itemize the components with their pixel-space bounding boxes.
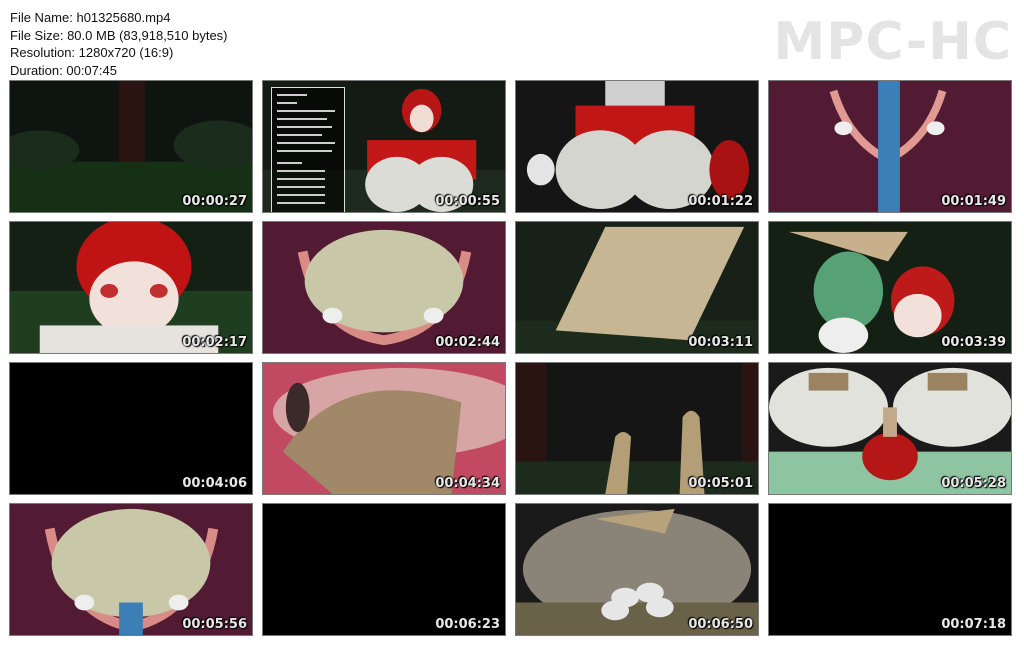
timestamp: 00:00:55 (435, 194, 500, 209)
timestamp: 00:03:11 (688, 335, 753, 350)
thumbnail-11[interactable]: 00:05:01 (515, 362, 759, 495)
resolution: Resolution: 1280x720 (16:9) (10, 45, 174, 60)
timestamp: 00:06:50 (688, 617, 753, 632)
file-name: File Name: h01325680.mp4 (10, 10, 171, 25)
timestamp: 00:05:01 (688, 476, 753, 491)
timestamp: 00:05:28 (941, 476, 1006, 491)
thumbnail-10[interactable]: 00:04:34 (262, 362, 506, 495)
timestamp: 00:06:23 (435, 617, 500, 632)
timestamp: 00:05:56 (182, 617, 247, 632)
file-size: File Size: 80.0 MB (83,918,510 bytes) (10, 27, 228, 43)
thumbnail-14[interactable]: 00:06:23 (262, 503, 506, 636)
thumbnail-5[interactable]: 00:02:17 (9, 221, 253, 354)
duration: Duration: 00:07:45 (10, 62, 117, 78)
timestamp: 00:00:27 (182, 194, 247, 209)
thumbnail-15[interactable]: 00:06:50 (515, 503, 759, 636)
timestamp: 00:07:18 (941, 617, 1006, 632)
file-info: File Name: h01325680.mp4 File Size: 80.0… (10, 9, 228, 79)
thumbnail-16[interactable]: 00:07:18 (768, 503, 1012, 636)
mpc-hc-logo: MPC-HC (773, 12, 1012, 72)
timestamp: 00:04:34 (435, 476, 500, 491)
thumbnail-9[interactable]: 00:04:06 (9, 362, 253, 495)
timestamp: 00:01:49 (941, 194, 1006, 209)
timestamp: 00:01:22 (688, 194, 753, 209)
thumbnail-8[interactable]: 00:03:39 (768, 221, 1012, 354)
timestamp: 00:03:39 (941, 335, 1006, 350)
thumbnail-2[interactable]: 00:00:55 (262, 80, 506, 213)
thumbnail-3[interactable]: 00:01:22 (515, 80, 759, 213)
thumbnail-13[interactable]: 00:05:56 (9, 503, 253, 636)
thumbnail-6[interactable]: 00:02:44 (262, 221, 506, 354)
timestamp: 00:04:06 (182, 476, 247, 491)
thumbnail-1[interactable]: 00:00:27 (9, 80, 253, 213)
game-menu-overlay (271, 87, 345, 212)
timestamp: 00:02:17 (182, 335, 247, 350)
thumbnail-7[interactable]: 00:03:11 (515, 221, 759, 354)
timestamp: 00:02:44 (435, 335, 500, 350)
thumbnail-12[interactable]: 00:05:28 (768, 362, 1012, 495)
thumbnail-4[interactable]: 00:01:49 (768, 80, 1012, 213)
